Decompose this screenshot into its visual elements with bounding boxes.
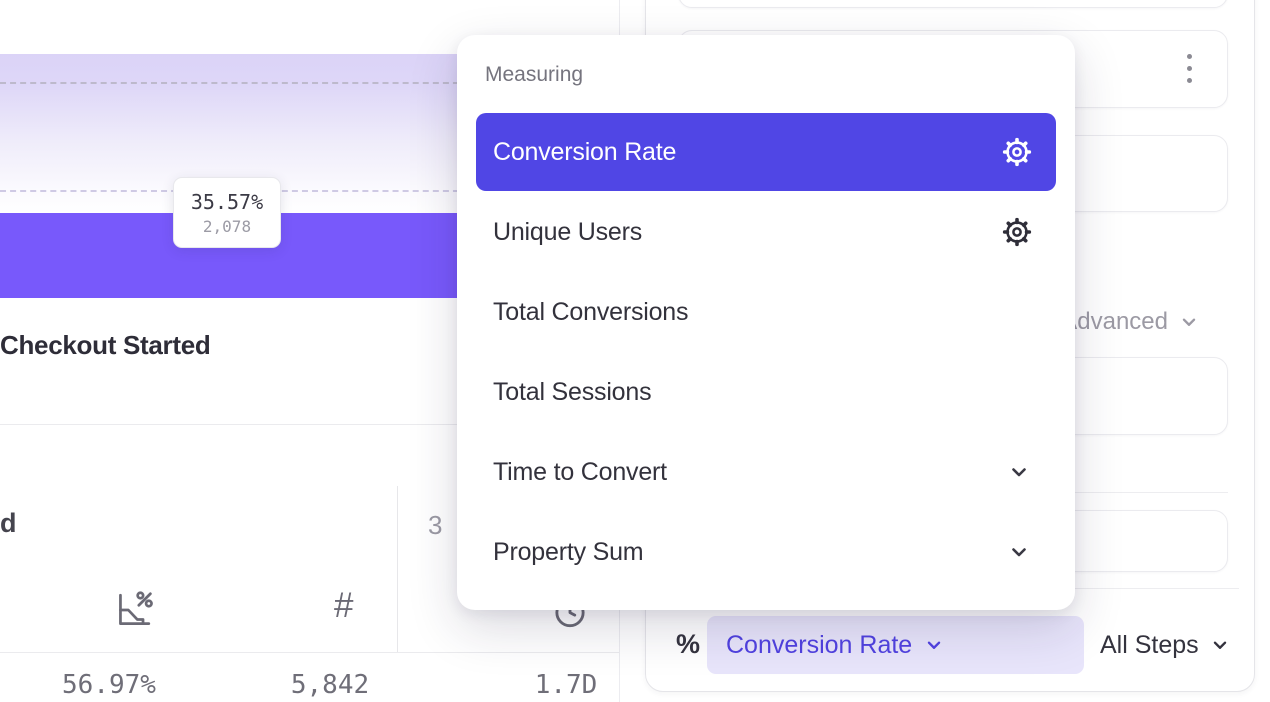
table-column-label-fragment: 3 [428,510,442,541]
menu-item-time-to-convert[interactable]: Time to Convert [476,433,1056,511]
metric-value-conversion-rate: 56.97% [39,670,179,700]
gear-icon[interactable] [999,214,1035,250]
metric-value-time: 1.7D [496,670,636,700]
conversion-rate-icon [111,589,153,631]
menu-item-unique-users[interactable]: Unique Users [476,193,1056,271]
tooltip-count-value: 2,078 [203,217,251,236]
menu-item-label: Total Sessions [493,378,651,407]
query-step-card-top[interactable] [678,0,1228,8]
metric-symbol: % [676,629,700,660]
measuring-dropdown-menu: Measuring Conversion Rate [457,35,1075,610]
menu-item-total-conversions[interactable]: Total Conversions [476,273,1056,351]
mixpanel-funnel-screen: 35.57% 2,078 Checkout Started d 3 # [0,0,1270,702]
menu-item-property-sum[interactable]: Property Sum [476,513,1056,591]
gear-icon[interactable] [999,134,1035,170]
steps-selector-value: All Steps [1100,631,1199,660]
count-icon: # [334,586,353,626]
menu-item-label: Total Conversions [493,298,688,327]
menu-item-label: Conversion Rate [493,138,676,167]
chevron-down-icon [1209,634,1231,656]
menu-item-label: Time to Convert [493,458,667,487]
metric-value-count: 5,842 [260,670,400,700]
chevron-down-icon [1007,540,1031,564]
measuring-selector-value: Conversion Rate [726,631,912,660]
menu-item-conversion-rate[interactable]: Conversion Rate [476,113,1056,191]
measuring-selector-button[interactable]: Conversion Rate [707,616,1084,674]
table-column-divider [397,486,398,652]
chevron-down-icon [1007,460,1031,484]
funnel-step-label: Checkout Started [0,330,210,361]
chevron-down-icon [1178,311,1200,333]
menu-item-label: Unique Users [493,218,642,247]
funnel-tooltip: 35.57% 2,078 [173,177,281,248]
menu-item-total-sessions[interactable]: Total Sessions [476,353,1056,431]
table-row-label-fragment: d [0,508,17,539]
menu-item-label: Property Sum [493,538,643,567]
chevron-down-icon [923,634,945,656]
measuring-menu-header: Measuring [485,63,583,87]
table-row-divider [0,652,620,653]
more-options-icon[interactable] [1187,54,1192,83]
advanced-label: Advanced [1061,308,1168,336]
steps-selector-button[interactable]: All Steps [1100,616,1231,674]
tooltip-rate-value: 35.57% [191,190,263,214]
